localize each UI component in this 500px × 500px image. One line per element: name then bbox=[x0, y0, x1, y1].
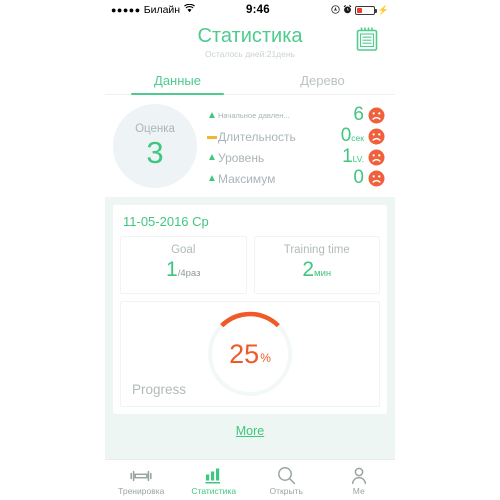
sad-face-icon bbox=[368, 128, 385, 145]
location-icon bbox=[331, 4, 340, 16]
metric-value: 2мин bbox=[302, 258, 332, 281]
stat-label: Начальное давлен... bbox=[218, 111, 290, 120]
status-bar-right: ⚡ bbox=[331, 4, 389, 16]
up-arrow-icon: ▲ bbox=[207, 109, 217, 121]
stat-row: ▲ Уровень 1LV. bbox=[207, 147, 385, 168]
stat-label: Уровень bbox=[218, 150, 265, 165]
scroll-content: Оценка 3 ▲ Начальное давлен... 6 ▬ Длите… bbox=[105, 95, 395, 459]
stat-value: 6 bbox=[353, 103, 364, 125]
tab-derevo[interactable]: Дерево bbox=[250, 66, 395, 94]
page-header: Статистика Осталось дней:21день bbox=[105, 20, 395, 66]
nav-label: Открыть bbox=[269, 486, 303, 496]
carrier-label: Билайн bbox=[143, 4, 181, 16]
nav-label: Ме bbox=[352, 486, 365, 496]
up-arrow-icon: ▲ bbox=[207, 172, 217, 184]
tab-dannye[interactable]: Данные bbox=[105, 66, 250, 95]
nav-label: Статистика bbox=[191, 486, 237, 496]
stat-row: ▲ Начальное давлен... 6 bbox=[207, 105, 385, 126]
signal-strength-icon: ●●●●● bbox=[111, 4, 141, 15]
nav-item-otkryt[interactable]: Открыть bbox=[250, 460, 323, 500]
bar-chart-icon bbox=[204, 466, 224, 485]
wifi-icon bbox=[184, 3, 196, 16]
metric-value: 1/4раз bbox=[166, 258, 201, 281]
person-icon bbox=[350, 466, 368, 485]
stat-row: ▬ Длительность 0сек bbox=[207, 126, 385, 147]
stats-list: ▲ Начальное давлен... 6 ▬ Длительность 0… bbox=[207, 103, 385, 189]
stat-row: ▲ Максимум 0 bbox=[207, 168, 385, 189]
status-bar-left: ●●●●● Билайн bbox=[111, 3, 196, 16]
stat-value: 0сек bbox=[340, 124, 364, 146]
score-value: 3 bbox=[146, 135, 164, 170]
dumbbell-icon bbox=[130, 466, 152, 485]
nav-item-trenirovka[interactable]: Тренировка bbox=[105, 460, 178, 500]
stat-label: Максимум bbox=[218, 171, 276, 186]
phone-screen: ●●●●● Билайн 9:46 ⚡ Статистика Осталось … bbox=[105, 0, 395, 500]
metric-training-time[interactable]: Training time 2мин bbox=[253, 236, 380, 294]
tab-label: Данные bbox=[154, 73, 201, 88]
metric-row: Goal 1/4раз Training time 2мин bbox=[113, 236, 387, 301]
daily-card: 11-05-2016 Ср Goal 1/4раз Training time … bbox=[113, 205, 387, 414]
metric-label: Goal bbox=[171, 244, 196, 256]
status-bar-clock: 9:46 bbox=[246, 4, 270, 16]
dash-icon: ▬ bbox=[207, 130, 217, 142]
up-arrow-icon: ▲ bbox=[207, 151, 217, 163]
alarm-icon bbox=[343, 4, 352, 16]
notepad-icon[interactable] bbox=[355, 26, 379, 52]
daily-date-label: 11-05-2016 Ср bbox=[123, 214, 209, 229]
more-link[interactable]: More bbox=[236, 424, 264, 438]
days-remaining-label: Осталось дней:21день bbox=[205, 49, 295, 59]
tab-label: Дерево bbox=[300, 73, 345, 88]
sad-face-icon bbox=[368, 170, 385, 187]
nav-label: Тренировка bbox=[118, 486, 165, 496]
more-row: More bbox=[105, 414, 395, 449]
charging-bolt-icon: ⚡ bbox=[377, 4, 389, 15]
bottom-navigation: Тренировка Статистика Открыть Ме bbox=[105, 459, 395, 500]
metric-label: Training time bbox=[283, 244, 350, 256]
sad-face-icon bbox=[368, 107, 385, 124]
metric-goal[interactable]: Goal 1/4раз bbox=[120, 236, 247, 294]
progress-label: Progress bbox=[132, 382, 187, 397]
stat-value: 0 bbox=[353, 166, 364, 188]
stat-label: Длительность bbox=[218, 129, 296, 144]
nav-item-statistika[interactable]: Статистика bbox=[178, 460, 251, 500]
battery-icon bbox=[354, 5, 377, 15]
overview-card: Оценка 3 ▲ Начальное давлен... 6 ▬ Длите… bbox=[105, 95, 395, 197]
nav-item-me[interactable]: Ме bbox=[323, 460, 396, 500]
page-title: Статистика bbox=[197, 25, 303, 47]
section-tabs: Данные Дерево bbox=[105, 66, 395, 95]
progress-card: 25% Progress bbox=[120, 301, 380, 407]
stat-value: 1LV. bbox=[342, 145, 364, 167]
score-circle: Оценка 3 bbox=[113, 104, 197, 188]
search-icon bbox=[277, 466, 296, 485]
status-bar: ●●●●● Билайн 9:46 ⚡ bbox=[105, 0, 395, 20]
sad-face-icon bbox=[368, 149, 385, 166]
